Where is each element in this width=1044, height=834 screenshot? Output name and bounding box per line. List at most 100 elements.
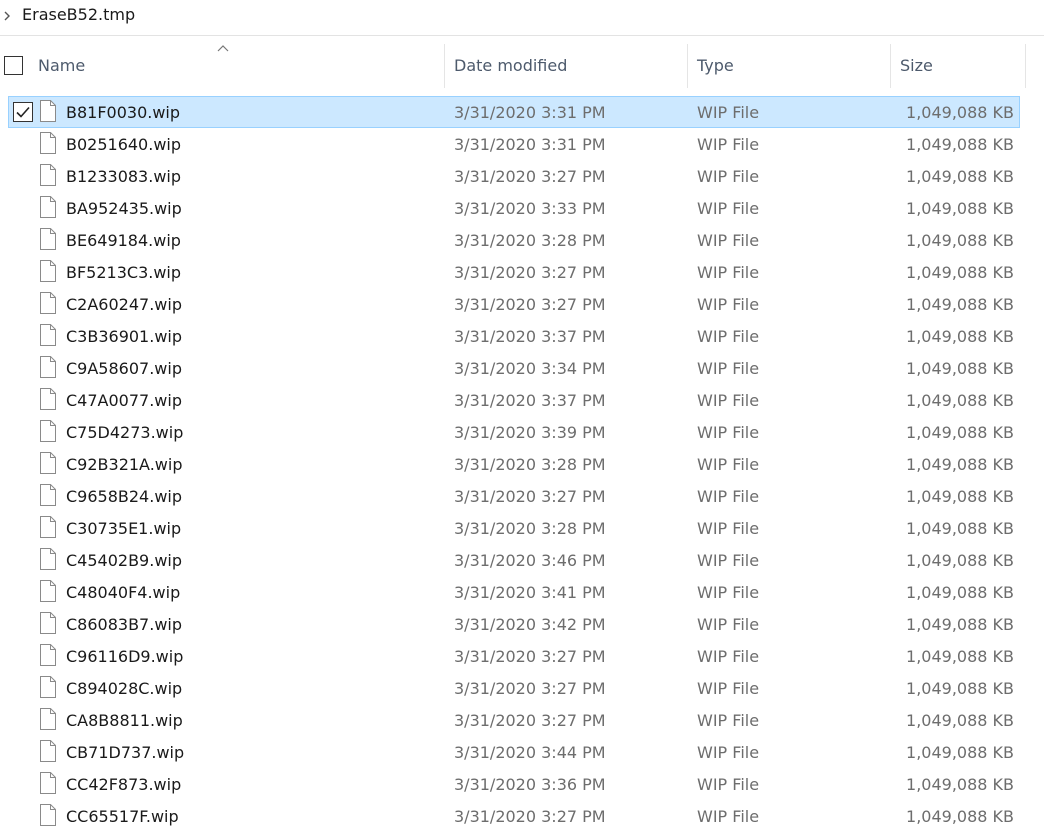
file-icon	[40, 228, 56, 250]
file-icon	[40, 420, 56, 442]
file-size: 1,049,088 KB	[906, 647, 1014, 666]
file-type: WIP File	[697, 391, 760, 410]
breadcrumb-folder[interactable]: EraseB52.tmp	[22, 5, 135, 24]
file-type: WIP File	[697, 263, 760, 282]
file-row[interactable]: BF5213C3.wip 3/31/2020 3:27 PM WIP File 1,0…	[0, 256, 1044, 288]
file-type: WIP File	[697, 135, 760, 154]
file-name: CC42F873.wip	[66, 775, 182, 794]
file-date-modified: 3/31/2020 3:46 PM	[454, 551, 606, 570]
column-header-type[interactable]: Type	[697, 44, 734, 88]
file-date-modified: 3/31/2020 3:34 PM	[454, 359, 606, 378]
column-header: Name Date modified Type Size	[0, 44, 1044, 88]
file-type: WIP File	[697, 615, 760, 634]
file-name: C2A60247.wip	[66, 295, 182, 314]
file-icon	[40, 324, 56, 346]
file-name: C894028C.wip	[66, 679, 183, 698]
file-date-modified: 3/31/2020 3:36 PM	[454, 775, 606, 794]
file-name: C9A58607.wip	[66, 359, 182, 378]
breadcrumb: EraseB52.tmp	[0, 0, 1044, 36]
file-type: WIP File	[697, 583, 760, 602]
file-row[interactable]: C9A58607.wip 3/31/2020 3:34 PM WIP File 1,0…	[0, 352, 1044, 384]
file-size: 1,049,088 KB	[906, 391, 1014, 410]
file-icon	[40, 580, 56, 602]
file-name: C3B36901.wip	[66, 327, 182, 346]
file-date-modified: 3/31/2020 3:44 PM	[454, 743, 606, 762]
file-type: WIP File	[697, 647, 760, 666]
file-row[interactable]: BE649184.wip 3/31/2020 3:28 PM WIP File 1,0…	[0, 224, 1044, 256]
file-type: WIP File	[697, 551, 760, 570]
file-row[interactable]: C30735E1.wip 3/31/2020 3:28 PM WIP File 1,0…	[0, 512, 1044, 544]
file-row[interactable]: C9658B24.wip 3/31/2020 3:27 PM WIP File 1,0…	[0, 480, 1044, 512]
column-header-date[interactable]: Date modified	[454, 44, 567, 88]
file-date-modified: 3/31/2020 3:31 PM	[454, 135, 606, 154]
file-size: 1,049,088 KB	[906, 743, 1014, 762]
file-size: 1,049,088 KB	[906, 263, 1014, 282]
file-icon	[40, 644, 56, 666]
row-checkbox[interactable]	[13, 102, 33, 122]
file-row[interactable]: CB71D737.wip 3/31/2020 3:44 PM WIP File 1,0…	[0, 736, 1044, 768]
column-divider[interactable]	[444, 44, 445, 88]
file-name: BF5213C3.wip	[66, 263, 182, 282]
file-type: WIP File	[697, 327, 760, 346]
file-date-modified: 3/31/2020 3:41 PM	[454, 583, 606, 602]
file-row[interactable]: C48040F4.wip 3/31/2020 3:41 PM WIP File 1,0…	[0, 576, 1044, 608]
file-type: WIP File	[697, 711, 760, 730]
file-date-modified: 3/31/2020 3:37 PM	[454, 391, 606, 410]
file-type: WIP File	[697, 775, 760, 794]
file-icon	[40, 516, 56, 538]
file-row[interactable]: C75D4273.wip 3/31/2020 3:39 PM WIP File 1,0…	[0, 416, 1044, 448]
file-type: WIP File	[697, 103, 760, 122]
file-row[interactable]: B1233083.wip 3/31/2020 3:27 PM WIP File 1,0…	[0, 160, 1044, 192]
file-size: 1,049,088 KB	[906, 551, 1014, 570]
file-size: 1,049,088 KB	[906, 487, 1014, 506]
column-divider[interactable]	[890, 44, 891, 88]
file-date-modified: 3/31/2020 3:27 PM	[454, 263, 606, 282]
file-size: 1,049,088 KB	[906, 519, 1014, 538]
file-size: 1,049,088 KB	[906, 359, 1014, 378]
select-all-checkbox[interactable]	[4, 56, 23, 75]
file-type: WIP File	[697, 743, 760, 762]
file-row[interactable]: C86083B7.wip 3/31/2020 3:42 PM WIP File 1,0…	[0, 608, 1044, 640]
file-row[interactable]: C92B321A.wip 3/31/2020 3:28 PM WIP File 1,0…	[0, 448, 1044, 480]
column-header-size[interactable]: Size	[900, 44, 933, 88]
file-name: C96116D9.wip	[66, 647, 184, 666]
file-row[interactable]: C47A0077.wip 3/31/2020 3:37 PM WIP File 1,0…	[0, 384, 1044, 416]
file-type: WIP File	[697, 199, 760, 218]
file-row[interactable]: B0251640.wip 3/31/2020 3:31 PM WIP File 1,0…	[0, 128, 1044, 160]
file-icon	[40, 804, 56, 826]
column-divider[interactable]	[687, 44, 688, 88]
file-row[interactable]: C2A60247.wip 3/31/2020 3:27 PM WIP File 1,0…	[0, 288, 1044, 320]
file-size: 1,049,088 KB	[906, 775, 1014, 794]
file-row[interactable]: C45402B9.wip 3/31/2020 3:46 PM WIP File 1,0…	[0, 544, 1044, 576]
file-name: BE649184.wip	[66, 231, 181, 250]
file-size: 1,049,088 KB	[906, 679, 1014, 698]
file-name: CB71D737.wip	[66, 743, 185, 762]
file-size: 1,049,088 KB	[906, 807, 1014, 826]
chevron-right-icon[interactable]	[2, 9, 12, 23]
file-icon	[40, 548, 56, 570]
file-row[interactable]: C894028C.wip 3/31/2020 3:27 PM WIP File 1,0…	[0, 672, 1044, 704]
file-type: WIP File	[697, 487, 760, 506]
column-divider[interactable]	[1025, 44, 1026, 88]
file-row[interactable]: CA8B8811.wip 3/31/2020 3:27 PM WIP File 1,0…	[0, 704, 1044, 736]
file-name: C30735E1.wip	[66, 519, 182, 538]
file-icon	[40, 292, 56, 314]
file-type: WIP File	[697, 519, 760, 538]
file-row[interactable]: B81F0030.wip 3/31/2020 3:31 PM WIP File 1,0…	[0, 96, 1044, 128]
file-date-modified: 3/31/2020 3:27 PM	[454, 295, 606, 314]
file-name: C75D4273.wip	[66, 423, 184, 442]
file-size: 1,049,088 KB	[906, 295, 1014, 314]
file-row[interactable]: C96116D9.wip 3/31/2020 3:27 PM WIP File 1,0…	[0, 640, 1044, 672]
file-size: 1,049,088 KB	[906, 231, 1014, 250]
file-name: CA8B8811.wip	[66, 711, 183, 730]
file-icon	[40, 196, 56, 218]
column-header-name[interactable]: Name	[38, 44, 85, 88]
file-row[interactable]: C3B36901.wip 3/31/2020 3:37 PM WIP File 1,0…	[0, 320, 1044, 352]
file-icon	[40, 388, 56, 410]
file-row[interactable]: CC42F873.wip 3/31/2020 3:36 PM WIP File 1,0…	[0, 768, 1044, 800]
file-size: 1,049,088 KB	[906, 167, 1014, 186]
file-date-modified: 3/31/2020 3:28 PM	[454, 519, 606, 538]
file-row[interactable]: CC65517F.wip 3/31/2020 3:27 PM WIP File 1,0…	[0, 800, 1044, 832]
file-icon	[40, 612, 56, 634]
file-row[interactable]: BA952435.wip 3/31/2020 3:33 PM WIP File 1,0…	[0, 192, 1044, 224]
